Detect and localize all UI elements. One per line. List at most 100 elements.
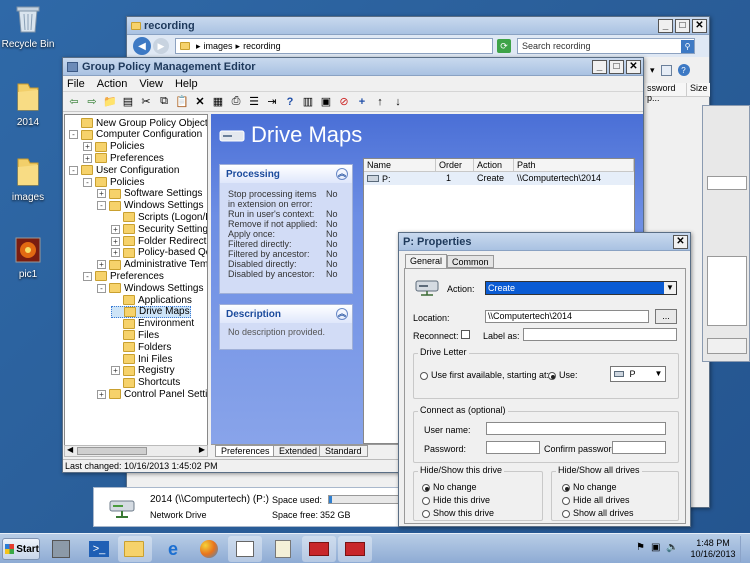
tree-node[interactable]: + Administrative Templat [97,259,207,271]
collapse-icon[interactable]: - [83,177,92,187]
tree-horizontal-scrollbar[interactable]: ◀ ▶ [64,445,208,457]
expand-icon[interactable]: + [97,389,106,399]
tree-node[interactable]: Environment [111,318,194,330]
expand-icon[interactable]: + [97,260,106,270]
tree-node[interactable]: + Preferences [83,152,164,164]
tree-node[interactable]: - Windows Settings [97,282,203,294]
taskbar-explorer[interactable] [118,536,152,562]
tree-node[interactable]: Files [111,329,159,341]
expand-icon[interactable]: + [83,153,92,163]
expand-icon[interactable]: + [111,224,120,234]
tree-node[interactable]: New Group Policy Object [COMPUT [69,117,207,129]
username-input[interactable] [486,422,666,435]
help-icon[interactable]: ? [677,64,690,76]
tree-node[interactable]: Ini Files [111,353,172,365]
menu-action[interactable]: Action [97,78,128,90]
refresh-icon[interactable]: ⟳ [497,39,511,53]
password-input[interactable] [486,441,540,454]
scroll-left-icon[interactable]: ◀ [67,445,73,454]
chevron-down-icon[interactable]: ▼ [664,282,676,294]
forward-icon[interactable]: ⇨ [85,95,99,109]
collapse-icon[interactable]: - [97,201,106,211]
column-header-action[interactable]: Action [474,159,514,171]
tree-node[interactable]: + Policy-based QoS [111,247,207,259]
tree-node[interactable]: Folders [111,341,171,353]
hide-all-hide[interactable]: Hide all drives [562,495,630,505]
reconnect-checkbox[interactable] [461,330,470,339]
radio-button[interactable] [562,496,570,505]
print-icon[interactable]: ⎙ [229,95,243,109]
back-arrow-icon[interactable]: ◀ [133,37,151,55]
hide-all-no-change[interactable]: No change [562,482,617,492]
radio-button[interactable] [422,509,430,518]
tree-node[interactable]: + Software Settings [97,188,202,200]
first-available-radio[interactable] [420,371,428,380]
menu-help[interactable]: Help [175,78,198,90]
tree-node[interactable]: + Control Panel Settings [97,388,207,400]
use-option[interactable]: Use: [548,370,578,380]
processing-header[interactable]: Processing ︽ [220,165,352,183]
action-select[interactable]: Create ▼ [485,281,677,295]
tree-node[interactable]: - Windows Settings [97,200,203,212]
expand-icon[interactable]: + [97,189,106,199]
maximize-button[interactable]: □ [609,59,624,74]
volume-icon[interactable]: 🔈 [666,542,678,553]
network-icon[interactable]: ▣ [651,542,660,553]
tree-node[interactable]: Shortcuts [111,377,180,389]
tree-node[interactable]: + Policies [83,141,144,153]
tree-node[interactable]: - Computer Configuration [69,129,202,141]
tree-node[interactable]: + Registry [111,365,175,377]
tab-general[interactable]: General [405,254,448,268]
collapse-icon[interactable]: - [69,165,78,175]
show-desktop-button[interactable] [740,536,750,562]
breadcrumb-item[interactable]: images [204,41,233,51]
taskbar-gpme[interactable] [338,536,372,562]
column-header-order[interactable]: Order [436,159,474,171]
column-header-password[interactable]: ssword p... [645,83,687,103]
taskbar-powershell[interactable]: >_ [82,536,116,562]
delete-icon[interactable]: ✕ [193,95,207,109]
address-bar[interactable]: ▸ images ▸ recording [175,38,493,54]
menu-view[interactable]: View [139,78,163,90]
hide-all-show[interactable]: Show all drives [562,508,634,518]
tree-node[interactable]: - User Configuration [69,164,179,176]
desktop-icon-pic1[interactable]: pic1 [0,236,56,280]
add-icon[interactable]: + [355,95,369,109]
first-available-option[interactable]: Use first available, starting at: [420,370,549,380]
drive-letter-select[interactable]: P ▼ [610,366,666,382]
breadcrumb-item[interactable]: recording [243,41,281,51]
desktop-icon-recycle-bin[interactable]: Recycle Bin [0,4,56,50]
maximize-button[interactable]: □ [675,18,690,33]
collapse-icon[interactable]: - [83,271,92,281]
search-input[interactable]: Search recording ⚲ [517,38,695,54]
desktop-icon-images[interactable]: images [0,155,56,203]
close-button[interactable]: ✕ [692,18,707,33]
tab-standard[interactable]: Standard [319,445,368,457]
tree-node[interactable]: + Security Settings [111,223,207,235]
clock[interactable]: 1:48 PM 10/16/2013 [688,538,738,560]
radio-button[interactable] [562,509,570,518]
expand-icon[interactable]: + [111,248,120,258]
views-dropdown-icon[interactable]: ▾ [650,65,655,76]
copy-icon[interactable]: ⧉ [157,95,171,109]
use-radio[interactable] [548,371,556,380]
hide-drive-hide[interactable]: Hide this drive [422,495,490,505]
properties-icon[interactable]: ▦ [211,95,225,109]
labelas-input[interactable] [523,328,677,341]
move-up-icon[interactable]: ↑ [373,95,387,109]
location-input[interactable]: \\Computertech\2014 [485,310,649,323]
collapse-icon[interactable]: - [69,130,78,140]
list-icon[interactable]: ☰ [247,95,261,109]
hide-drive-no-change[interactable]: No change [422,482,477,492]
minimize-button[interactable]: _ [592,59,607,74]
scrollbar-thumb[interactable] [77,447,147,455]
forward-arrow-icon[interactable]: ▶ [153,38,169,54]
back-icon[interactable]: ⇦ [67,95,81,109]
preview-pane-icon[interactable] [660,64,672,76]
tree-node[interactable]: - Preferences [83,270,164,282]
tab-preferences[interactable]: Preferences [215,445,276,457]
taskbar-paint[interactable] [192,536,226,562]
tree-node[interactable]: Scripts (Logon/Logo [111,211,207,223]
show-hide-tree-icon[interactable]: ▤ [121,95,135,109]
scroll-right-icon[interactable]: ▶ [199,445,205,454]
